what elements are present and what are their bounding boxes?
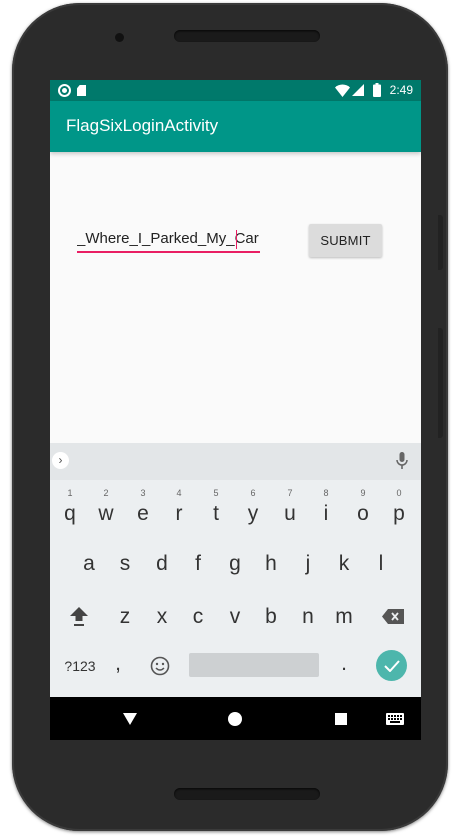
shift-key[interactable]	[61, 595, 97, 639]
key-z[interactable]: z	[107, 595, 143, 639]
volume-button[interactable]	[438, 328, 443, 438]
page-title: FlagSixLoginActivity	[66, 116, 219, 135]
key-n[interactable]: n	[290, 595, 326, 639]
navigation-bar	[50, 697, 421, 740]
emoji-key[interactable]	[142, 644, 178, 688]
key-h[interactable]: h	[253, 542, 289, 586]
key-i[interactable]: 8i	[308, 486, 344, 530]
key-label: q	[64, 502, 76, 525]
device-screen: 2:49 FlagSixLoginActivity _Where_I_Parke…	[50, 80, 421, 740]
mic-icon[interactable]	[396, 452, 408, 470]
status-bar: 2:49	[50, 80, 421, 101]
key-y[interactable]: 6y	[235, 486, 271, 530]
key-label: u	[284, 502, 296, 525]
key-j[interactable]: j	[290, 542, 326, 586]
enter-button[interactable]	[376, 650, 407, 681]
backspace-icon	[382, 609, 404, 624]
bottom-speaker-grille	[174, 788, 320, 800]
text-cursor	[236, 230, 237, 249]
sd-card-icon	[77, 85, 86, 96]
keyboard-suggestion-strip: ›	[50, 443, 421, 480]
key-label: p	[393, 502, 405, 525]
key-u[interactable]: 7u	[272, 486, 308, 530]
key-o[interactable]: 9o	[345, 486, 381, 530]
battery-icon	[373, 83, 381, 97]
key-label: w	[98, 502, 114, 525]
period-key[interactable]: .	[332, 642, 356, 686]
status-time: 2:49	[389, 83, 413, 97]
key-label: o	[357, 502, 369, 525]
emoji-icon	[150, 656, 170, 676]
key-p[interactable]: 0p	[381, 486, 417, 530]
key-label: r	[175, 502, 183, 525]
front-camera	[115, 33, 124, 42]
key-label: t	[213, 502, 219, 525]
wifi-icon	[335, 84, 350, 97]
key-m[interactable]: m	[326, 595, 362, 639]
space-bar[interactable]	[189, 653, 319, 677]
recents-icon[interactable]	[335, 713, 347, 725]
key-b[interactable]: b	[253, 595, 289, 639]
chevron-right-icon[interactable]: ›	[52, 452, 69, 469]
backspace-key[interactable]	[375, 595, 411, 639]
home-icon[interactable]	[228, 712, 242, 726]
flag-input-value: _Where_I_Parked_My_Car	[77, 230, 259, 247]
key-t[interactable]: 5t	[198, 486, 234, 530]
key-w[interactable]: 2w	[88, 486, 124, 530]
key-f[interactable]: f	[180, 542, 216, 586]
key-q[interactable]: 1q	[52, 486, 88, 530]
soft-keyboard: 1q 2w 3e 4r 5t 6y 7u 8i 9o 0p a s d f g …	[50, 480, 421, 697]
key-e[interactable]: 3e	[125, 486, 161, 530]
key-x[interactable]: x	[144, 595, 180, 639]
check-icon	[384, 660, 400, 672]
key-c[interactable]: c	[180, 595, 216, 639]
key-label: e	[137, 502, 149, 525]
back-icon[interactable]	[123, 713, 137, 725]
submit-button[interactable]: SUBMIT	[309, 224, 382, 257]
flag-input[interactable]: _Where_I_Parked_My_Car	[77, 225, 260, 255]
key-label: y	[247, 502, 259, 525]
key-r[interactable]: 4r	[161, 486, 197, 530]
app-bar: FlagSixLoginActivity	[50, 101, 421, 152]
key-g[interactable]: g	[217, 542, 253, 586]
signal-icon	[352, 84, 364, 96]
keyboard-icon[interactable]	[386, 713, 404, 725]
key-v[interactable]: v	[217, 595, 253, 639]
shift-icon	[70, 607, 88, 626]
camera-icon	[58, 84, 71, 97]
key-k[interactable]: k	[326, 542, 362, 586]
key-d[interactable]: d	[144, 542, 180, 586]
key-label: i	[323, 502, 329, 525]
key-s[interactable]: s	[107, 542, 143, 586]
top-speaker-grille	[174, 30, 320, 42]
key-l[interactable]: l	[363, 542, 399, 586]
input-underline	[77, 251, 260, 253]
key-a[interactable]: a	[71, 542, 107, 586]
power-button[interactable]	[438, 215, 443, 270]
comma-key[interactable]: ,	[106, 642, 130, 686]
symbols-key[interactable]: ?123	[58, 644, 102, 688]
